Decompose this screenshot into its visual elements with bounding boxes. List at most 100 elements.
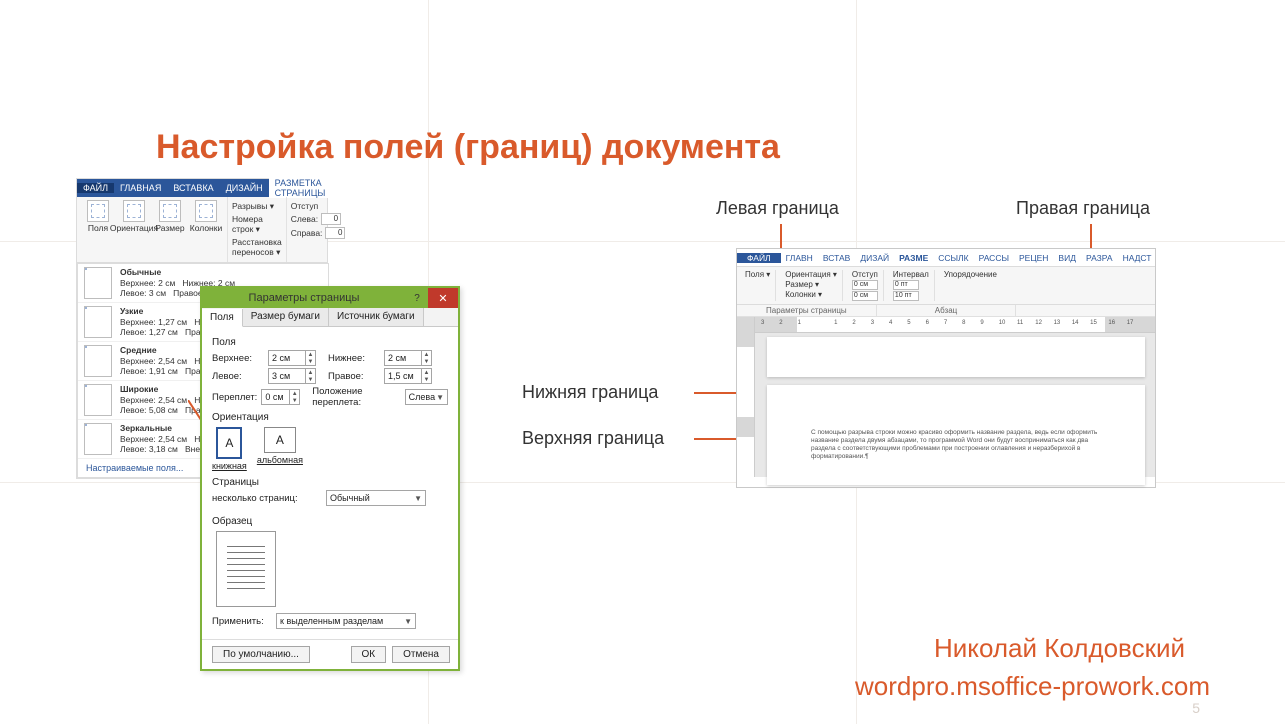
ruler-tick: 2 <box>779 320 782 326</box>
section-orientation: Ориентация <box>212 412 448 423</box>
orientation-landscape[interactable]: Aальбомная <box>257 427 303 471</box>
dialog-title: Параметры страницы <box>202 292 406 304</box>
gutter-spinner[interactable]: 0 см▲▼ <box>261 389 300 405</box>
author-name: Николай Колдовский <box>934 633 1185 664</box>
orientation-icon <box>123 200 145 222</box>
tab-design[interactable]: ДИЗАЙН <box>220 183 269 193</box>
ruler-tick: 1 <box>798 320 801 326</box>
ruler-tick: 1 <box>834 320 837 326</box>
indent-right-input[interactable]: 0 <box>325 227 345 239</box>
right-label: Правое: <box>328 371 380 382</box>
tab-insert[interactable]: ВСТАВКА <box>167 183 219 193</box>
w2-size-btn[interactable]: Размер ▾ <box>785 280 837 289</box>
left-label: Левое: <box>212 371 264 382</box>
slide-title: Настройка полей (границ) документа <box>156 128 780 167</box>
margins-option-icon <box>84 306 112 338</box>
size-icon <box>159 200 181 222</box>
close-button[interactable]: ✕ <box>428 288 458 308</box>
left-spinner[interactable]: 3 см▲▼ <box>268 368 316 384</box>
indent-left-input[interactable]: 0 <box>321 213 341 225</box>
w2-margins-btn[interactable]: Поля ▾ <box>745 270 770 279</box>
margins-option-icon <box>84 267 112 299</box>
w2-space-before[interactable]: 0 пт <box>893 280 919 290</box>
w2-tab-mail[interactable]: РАССЫ <box>974 253 1014 263</box>
top-spinner[interactable]: 2 см▲▼ <box>268 350 316 366</box>
ruler-tick: 12 <box>1035 320 1042 326</box>
ruler-tick: 16 <box>1108 320 1115 326</box>
callout-right-margin: Правая граница <box>1016 198 1150 219</box>
ruler-tick: 13 <box>1054 320 1061 326</box>
w2-group-label-paragraph: Абзац <box>877 305 1017 316</box>
columns-button[interactable]: Колонки <box>189 200 223 233</box>
w2-tab-layout[interactable]: РАЗМЕ <box>894 253 933 263</box>
hyphenation-button[interactable]: Расстановка переносов ▾ <box>232 236 282 259</box>
size-button[interactable]: Размер <box>153 200 187 233</box>
ruler-tick: 3 <box>761 320 764 326</box>
dialog-tab-paper[interactable]: Размер бумаги <box>243 308 329 326</box>
indent-left-label: Слева: <box>291 214 318 224</box>
indent-right-label: Справа: <box>291 228 323 238</box>
w2-tab-insert[interactable]: ВСТАВ <box>818 253 856 263</box>
ruler-tick: 2 <box>852 320 855 326</box>
bottom-spinner[interactable]: 2 см▲▼ <box>384 350 432 366</box>
breaks-button[interactable]: Разрывы ▾ <box>232 200 282 213</box>
apply-combo[interactable]: к выделенным разделам▼ <box>276 613 416 629</box>
w2-tab-review[interactable]: РЕЦЕН <box>1014 253 1053 263</box>
w2-tab-file[interactable]: ФАЙЛ <box>737 253 781 263</box>
ruler-tick: 5 <box>907 320 910 326</box>
gutter-pos-combo[interactable]: Слева▼ <box>405 389 448 405</box>
gutter-label: Переплет: <box>212 392 257 403</box>
margins-icon <box>87 200 109 222</box>
w2-spacing-title: Интервал <box>893 270 929 279</box>
w2-tab-view[interactable]: ВИД <box>1053 253 1081 263</box>
w2-tab-addins[interactable]: НАДСТ <box>1118 253 1155 263</box>
w2-arrange-title: Упорядочение <box>944 270 997 279</box>
word-window-right: ФАЙЛ ГЛАВН ВСТАВ ДИЗАЙ РАЗМЕ ССЫЛК РАССЫ… <box>736 248 1156 488</box>
tab-home[interactable]: ГЛАВНАЯ <box>114 183 167 193</box>
section-pages: Страницы <box>212 477 448 488</box>
ribbon-tabs: ФАЙЛ ГЛАВНАЯ ВСТАВКА ДИЗАЙН РАЗМЕТКА СТР… <box>77 179 327 197</box>
w2-indent-left[interactable]: 0 см <box>852 280 878 290</box>
columns-icon <box>195 200 217 222</box>
w2-space-after[interactable]: 10 пт <box>893 291 919 301</box>
w2-tab-dev[interactable]: РАЗРА <box>1081 253 1118 263</box>
dialog-tab-source[interactable]: Источник бумаги <box>329 308 424 326</box>
gutter-pos-label: Положение переплета: <box>312 386 400 408</box>
ruler-tick: 7 <box>944 320 947 326</box>
apply-label: Применить: <box>212 616 272 627</box>
multiple-pages-combo[interactable]: Обычный▼ <box>326 490 426 506</box>
w2-tab-refs[interactable]: ССЫЛК <box>933 253 973 263</box>
ruler-tick: 3 <box>871 320 874 326</box>
w2-tab-home[interactable]: ГЛАВН <box>781 253 818 263</box>
ruler-tick: 17 <box>1127 320 1134 326</box>
top-label: Верхнее: <box>212 353 264 364</box>
w2-columns-btn[interactable]: Колонки ▾ <box>785 290 837 299</box>
document-text: С помощью разрыва строки можно красиво о… <box>811 429 1111 462</box>
margins-option-icon <box>84 423 112 455</box>
w2-orientation-btn[interactable]: Ориентация ▾ <box>785 270 837 279</box>
tab-file[interactable]: ФАЙЛ <box>77 183 114 193</box>
callout-top-margin: Верхняя граница <box>522 428 664 449</box>
w2-tab-design[interactable]: ДИЗАЙ <box>855 253 894 263</box>
orientation-button[interactable]: Ориентация <box>117 200 151 233</box>
callout-bottom-margin: Нижняя граница <box>522 382 658 403</box>
w2-indent-right[interactable]: 0 см <box>852 291 878 301</box>
tab-page-layout[interactable]: РАЗМЕТКА СТРАНИЦЫ <box>269 178 332 198</box>
cancel-button[interactable]: Отмена <box>392 646 450 663</box>
help-button[interactable]: ? <box>406 288 428 308</box>
multiple-pages-label: несколько страниц: <box>212 493 322 504</box>
default-button[interactable]: По умолчанию... <box>212 646 310 663</box>
preview-thumbnail <box>216 531 276 607</box>
page-setup-dialog: Параметры страницы ? ✕ Поля Размер бумаг… <box>200 286 460 671</box>
right-spinner[interactable]: 1,5 см▲▼ <box>384 368 432 384</box>
ruler-tick: 9 <box>980 320 983 326</box>
ruler-tick: 10 <box>999 320 1006 326</box>
w2-group-label-pagesetup: Параметры страницы <box>737 305 877 316</box>
orientation-portrait[interactable]: Aкнижная <box>212 427 247 471</box>
ok-button[interactable]: ОК <box>351 646 387 663</box>
dialog-tab-margins[interactable]: Поля <box>202 309 243 327</box>
vertical-ruler[interactable] <box>737 317 755 477</box>
ruler-tick: 14 <box>1072 320 1079 326</box>
line-numbers-button[interactable]: Номера строк ▾ <box>232 213 282 236</box>
horizontal-ruler[interactable]: 3211234567891011121314151617 <box>755 317 1155 333</box>
